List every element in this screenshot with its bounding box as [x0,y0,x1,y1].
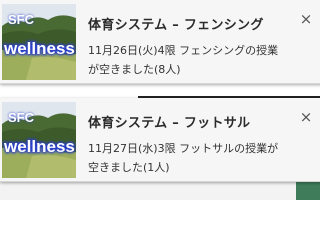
notification-title: 体育システム – フェンシング [88,18,264,33]
notification-app-icon: SFC SFC wellness wellness [2,102,76,178]
notification-futsal[interactable]: SFC SFC wellness wellness 体育システム – フットサル… [0,98,320,182]
notification-title: 体育システム – フットサル [88,116,251,131]
notification-body: 11月26日(火)4限 フェンシングの授業が空きました(8人) [88,44,279,76]
logo-main-text: wellness [3,39,75,58]
logo-top-text: SFC [8,12,35,27]
close-icon[interactable]: × [298,11,314,27]
close-icon[interactable]: × [298,109,314,125]
bottom-window-strip [0,182,320,200]
notification-body: 11月27日(水)3限 フットサルの授業が空きました(1人) [88,142,279,174]
notification-fencing[interactable]: SFC SFC wellness wellness 体育システム – フェンシン… [0,0,320,84]
green-window-edge [296,182,320,200]
logo-main-text: wellness [3,137,75,156]
logo-top-text: SFC [8,110,35,125]
notification-app-icon: SFC SFC wellness wellness [2,4,76,80]
